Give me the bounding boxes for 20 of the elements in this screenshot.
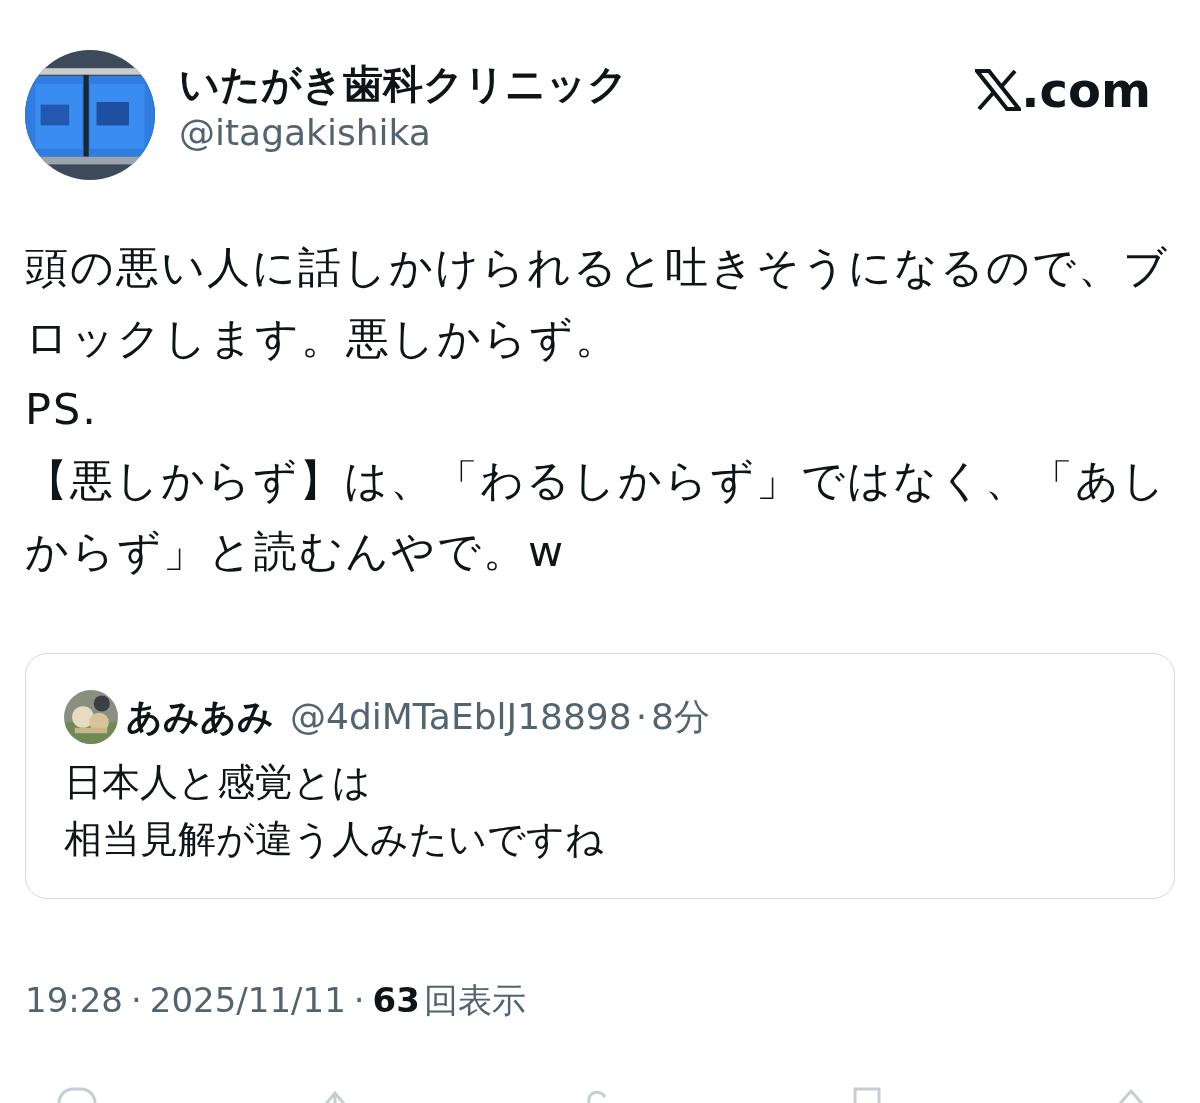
views-label: 回表示 xyxy=(423,979,526,1022)
x-logo-icon xyxy=(975,69,1022,111)
quoted-post-text: 日本人と感覚とは xyxy=(64,759,372,806)
quoted-post-card[interactable]: あみあみ @4diMTaEblJ18898·8分 日本人と感覚とは 相当見解が違う人みたいですね xyxy=(25,653,1175,899)
view-count: 63 xyxy=(372,979,420,1022)
separator-dot: · xyxy=(131,979,142,1022)
separator-dot: · xyxy=(635,695,648,739)
post-text: 頭の悪い人に話しかけられると吐きそうになるので、ブロックします。悪しからず。 xyxy=(25,241,1170,365)
quoted-account-handle: @4diMTaEblJ18898 xyxy=(290,695,632,739)
quoted-account-name: あみあみ xyxy=(126,695,274,739)
post-text: PS. xyxy=(25,383,99,436)
post-date: 2025/11/11 xyxy=(149,979,346,1022)
separator-dot: · xyxy=(353,979,365,1022)
post-text: 【悪しからず】は、「わるしからず」ではなく、「あしからず」と読むんやで。w xyxy=(25,454,1168,578)
account-handle: @itagakishika xyxy=(179,111,432,155)
site-domain: .com xyxy=(1021,66,1151,114)
post-time: 19:28 xyxy=(25,979,123,1022)
post-time: 8分 xyxy=(651,695,710,739)
account-name: いたがき歯科クリニック xyxy=(179,60,628,109)
quoted-post-text: 相当見解が違う人みたいですね xyxy=(64,816,605,863)
